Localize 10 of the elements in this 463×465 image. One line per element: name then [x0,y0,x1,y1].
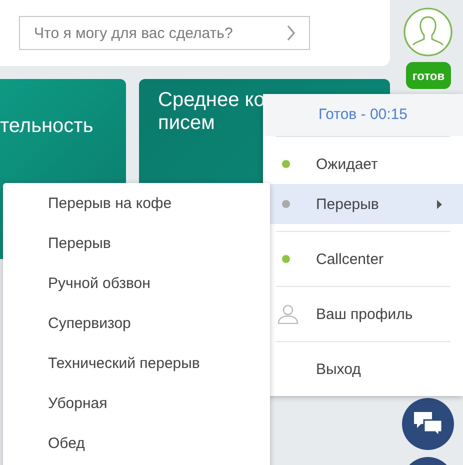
menu-item[interactable]: Технический перерыв [3,344,270,384]
status-badge: готов [406,62,451,89]
card-title: тельность [0,115,94,138]
search-field[interactable]: Что я могу для вас сделать? [19,16,310,50]
menu-item[interactable]: Ожидает [263,144,463,184]
card-title: писем [158,112,215,135]
status-timer: Готов - 00:15 [263,94,463,136]
search-input: Что я могу для вас сделать? [34,24,274,42]
menu-item[interactable]: Обед [3,424,270,464]
menu-item[interactable]: Уборная [3,384,270,424]
